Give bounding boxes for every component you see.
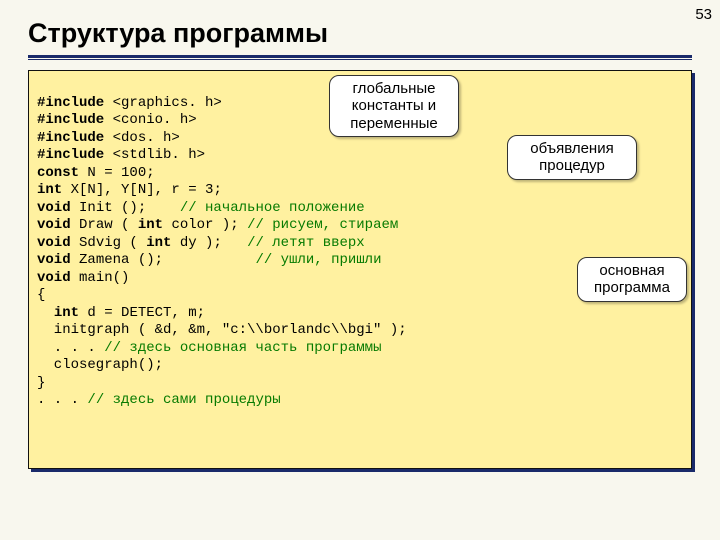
annotation-globals: глобальные константы и переменные <box>329 75 459 137</box>
code-text: N = 100; <box>79 165 155 181</box>
keyword: const <box>37 165 79 181</box>
comment: // ушли, пришли <box>255 252 381 268</box>
code-text: Zamena (); <box>71 252 256 268</box>
keyword: #include <box>37 130 104 146</box>
code-line: int X[N], Y[N], r = 3; <box>37 182 222 198</box>
keyword: void <box>37 270 71 286</box>
code-line: } <box>37 375 45 391</box>
code-text: <stdlib. h> <box>104 147 205 163</box>
code-line: #include <dos. h> <box>37 130 180 146</box>
code-text: X[N], Y[N], r = 3; <box>62 182 222 198</box>
code-line: #include <stdlib. h> <box>37 147 205 163</box>
code-line: void Draw ( int color ); // рисуем, стир… <box>37 217 398 233</box>
annotation-main: основная программа <box>577 257 687 302</box>
keyword: void <box>37 217 71 233</box>
code-block: #include <graphics. h> #include <conio. … <box>28 70 692 469</box>
keyword: #include <box>37 112 104 128</box>
code-line: void Init (); // начальное положение <box>37 200 365 216</box>
code-text: <graphics. h> <box>104 95 222 111</box>
code-line: const N = 100; <box>37 165 155 181</box>
code-line: { <box>37 287 45 303</box>
code-line: #include <conio. h> <box>37 112 197 128</box>
comment: // рисуем, стираем <box>247 217 398 233</box>
code-text: Sdvig ( <box>71 235 147 251</box>
comment: // начальное положение <box>180 200 365 216</box>
code-text <box>37 305 54 321</box>
keyword: void <box>37 252 71 268</box>
page-number: 53 <box>695 6 712 23</box>
keyword: #include <box>37 147 104 163</box>
code-line: int d = DETECT, m; <box>37 305 205 321</box>
code-line: void main() <box>37 270 129 286</box>
keyword: void <box>37 200 71 216</box>
page-title: Структура программы <box>0 0 720 55</box>
keyword: int <box>37 182 62 198</box>
code-text: color ); <box>163 217 247 233</box>
code-line: #include <graphics. h> <box>37 95 222 111</box>
code-text: . . . <box>37 340 104 356</box>
keyword: void <box>37 235 71 251</box>
code-text: Init (); <box>71 200 180 216</box>
code-line: closegraph(); <box>37 357 163 373</box>
code-line: initgraph ( &d, &m, "c:\\borlandc\\bgi" … <box>37 322 407 338</box>
comment: // здесь сами процедуры <box>87 392 280 408</box>
keyword: int <box>138 217 163 233</box>
comment: // здесь основная часть программы <box>104 340 381 356</box>
code-text: dy ); <box>171 235 247 251</box>
comment: // летят вверх <box>247 235 365 251</box>
code-line: . . . // здесь сами процедуры <box>37 392 281 408</box>
code-text: Draw ( <box>71 217 138 233</box>
keyword: int <box>146 235 171 251</box>
code-text: main() <box>71 270 130 286</box>
code-line: void Sdvig ( int dy ); // летят вверх <box>37 235 365 251</box>
keyword: #include <box>37 95 104 111</box>
divider <box>28 59 692 60</box>
divider <box>28 55 692 58</box>
code-line: . . . // здесь основная часть программы <box>37 340 381 356</box>
code-text: d = DETECT, m; <box>79 305 205 321</box>
keyword: int <box>54 305 79 321</box>
code-line: void Zamena (); // ушли, пришли <box>37 252 381 268</box>
code-text: . . . <box>37 392 87 408</box>
code-text: <conio. h> <box>104 112 196 128</box>
annotation-declarations: объявления процедур <box>507 135 637 180</box>
code-text: <dos. h> <box>104 130 180 146</box>
